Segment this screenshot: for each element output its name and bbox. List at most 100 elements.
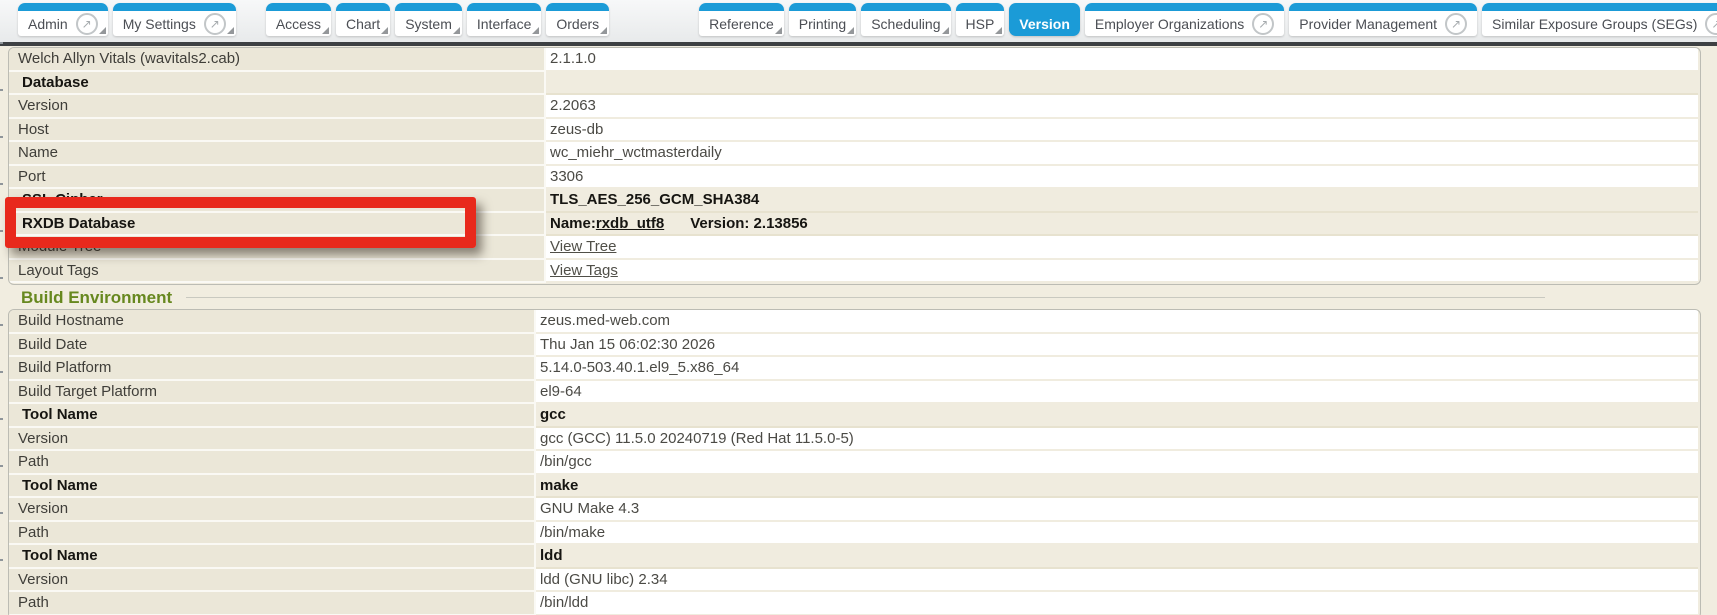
- row-label: Build Target Platform: [9, 381, 536, 405]
- row-version: Version 2.2063: [9, 95, 1698, 119]
- tab-reference[interactable]: Reference: [699, 3, 784, 36]
- view-tree-link[interactable]: View Tree: [550, 238, 616, 255]
- row-tool-name: Tool Name ldd: [9, 545, 1698, 569]
- row-label: Build Date: [9, 334, 536, 358]
- row-value: 5.14.0-503.40.1.el9_5.x86_64: [536, 357, 1698, 381]
- row-build-hostname: Build Hostname zeus.med-web.com: [9, 310, 1698, 334]
- open-in-new-icon[interactable]: ↗: [1252, 13, 1274, 35]
- row-value: gcc: [536, 404, 1698, 428]
- dropdown-fold-icon: [227, 27, 234, 34]
- rxdb-utf8-link[interactable]: rxdb_utf8: [596, 215, 664, 232]
- top-tab-bar: Admin ↗ My Settings ↗ Access Chart Syste…: [0, 0, 1717, 42]
- dropdown-fold-icon: [532, 27, 539, 34]
- row-label: Version: [9, 569, 536, 593]
- tab-employer-organizations[interactable]: Employer Organizations ↗: [1085, 3, 1284, 36]
- row-label: Port: [9, 166, 546, 190]
- row-tool-name: Tool Name gcc: [9, 404, 1698, 428]
- row-label: Version: [9, 95, 546, 119]
- row-label: Version: [9, 498, 536, 522]
- row-label: Tool Name: [9, 404, 536, 428]
- tab-label: Access: [276, 16, 321, 32]
- tab-admin[interactable]: Admin ↗: [18, 3, 108, 36]
- row-value: Name: rxdb_utf8 Version: 2.13856: [546, 213, 1698, 237]
- row-module-tree: Module Tree View Tree: [9, 236, 1698, 260]
- tab-orders[interactable]: Orders: [546, 3, 609, 36]
- tab-chart[interactable]: Chart: [336, 3, 390, 36]
- tab-label: My Settings: [123, 16, 196, 32]
- row-label: Build Hostname: [9, 310, 536, 334]
- tab-label: Similar Exposure Groups (SEGs): [1492, 16, 1697, 32]
- open-in-new-icon[interactable]: ↗: [1705, 13, 1717, 35]
- dropdown-fold-icon: [600, 27, 607, 34]
- dropdown-fold-icon: [775, 27, 782, 34]
- tab-label: Admin: [28, 16, 68, 32]
- row-label: Tool Name: [9, 475, 536, 499]
- row-build-target-platform: Build Target Platform el9-64: [9, 381, 1698, 405]
- row-value: /bin/ldd: [536, 592, 1698, 615]
- row-build-platform: Build Platform 5.14.0-503.40.1.el9_5.x86…: [9, 357, 1698, 381]
- row-value: ldd (GNU libc) 2.34: [536, 569, 1698, 593]
- row-label: Tool Name: [9, 545, 536, 569]
- row-version: Version gcc (GCC) 11.5.0 20240719 (Red H…: [9, 428, 1698, 452]
- row-ssl-cipher: SSL Cipher TLS_AES_256_GCM_SHA384: [9, 189, 1698, 213]
- row-path: Path /bin/ldd: [9, 592, 1698, 615]
- tab-access[interactable]: Access: [266, 3, 331, 36]
- row-label: Welch Allyn Vitals (wavitals2.cab): [9, 48, 546, 72]
- tab-label: Orders: [556, 16, 599, 32]
- build-environment-title: Build Environment: [21, 288, 172, 308]
- tab-interface[interactable]: Interface: [467, 3, 541, 36]
- row-label: Build Platform: [9, 357, 536, 381]
- tab-version[interactable]: Version: [1009, 3, 1080, 36]
- dropdown-fold-icon: [99, 27, 106, 34]
- row-version: Version GNU Make 4.3: [9, 498, 1698, 522]
- row-value: View Tree: [546, 236, 1698, 260]
- row-version: Version ldd (GNU libc) 2.34: [9, 569, 1698, 593]
- tab-label: Scheduling: [871, 16, 940, 32]
- row-label: RXDB Database: [9, 213, 546, 237]
- row-label: SSL Cipher: [9, 189, 546, 213]
- open-in-new-icon[interactable]: ↗: [76, 13, 98, 35]
- dropdown-fold-icon: [453, 27, 460, 34]
- tab-hsp[interactable]: HSP: [956, 3, 1005, 36]
- row-value: Thu Jan 15 06:02:30 2026: [536, 334, 1698, 358]
- tab-label: Interface: [477, 16, 531, 32]
- row-value: 3306: [546, 166, 1698, 190]
- row-value: [546, 72, 1698, 96]
- value-text: Name:: [550, 215, 596, 232]
- open-in-new-icon[interactable]: ↗: [204, 13, 226, 35]
- dropdown-fold-icon: [381, 27, 388, 34]
- row-port: Port 3306: [9, 166, 1698, 190]
- tab-label: HSP: [966, 16, 995, 32]
- dropdown-fold-icon: [995, 27, 1002, 34]
- row-path: Path /bin/gcc: [9, 451, 1698, 475]
- row-layout-tags: Layout Tags View Tags: [9, 260, 1698, 284]
- tab-provider-management[interactable]: Provider Management ↗: [1289, 3, 1477, 36]
- row-value: 2.2063: [546, 95, 1698, 119]
- open-in-new-icon[interactable]: ↗: [1445, 13, 1467, 35]
- row-value: 2.1.1.0: [546, 48, 1698, 72]
- row-label: Path: [9, 522, 536, 546]
- tab-printing[interactable]: Printing: [789, 3, 856, 36]
- tab-label: Chart: [346, 16, 380, 32]
- row-label: Version: [9, 428, 536, 452]
- row-value: zeus-db: [546, 119, 1698, 143]
- tab-scheduling[interactable]: Scheduling: [861, 3, 950, 36]
- build-environment-section-header: Build Environment: [21, 287, 1545, 308]
- view-tags-link[interactable]: View Tags: [550, 262, 618, 279]
- row-host: Host zeus-db: [9, 119, 1698, 143]
- tab-label: System: [405, 16, 452, 32]
- row-value: zeus.med-web.com: [536, 310, 1698, 334]
- row-value: gcc (GCC) 11.5.0 20240719 (Red Hat 11.5.…: [536, 428, 1698, 452]
- tab-my-settings[interactable]: My Settings ↗: [113, 3, 236, 36]
- section-rule: [186, 297, 1545, 298]
- dropdown-fold-icon: [847, 27, 854, 34]
- tab-system[interactable]: System: [395, 3, 462, 36]
- tab-label: Version: [1019, 16, 1070, 32]
- build-environment-table: Build Hostname zeus.med-web.com Build Da…: [8, 309, 1701, 615]
- tab-label: Provider Management: [1299, 16, 1437, 32]
- row-value: View Tags: [546, 260, 1698, 284]
- row-value: /bin/gcc: [536, 451, 1698, 475]
- tab-similar-exposure-groups-segs[interactable]: Similar Exposure Groups (SEGs) ↗: [1482, 3, 1717, 36]
- row-value: make: [536, 475, 1698, 499]
- value-text: Version: 2.13856: [690, 215, 808, 232]
